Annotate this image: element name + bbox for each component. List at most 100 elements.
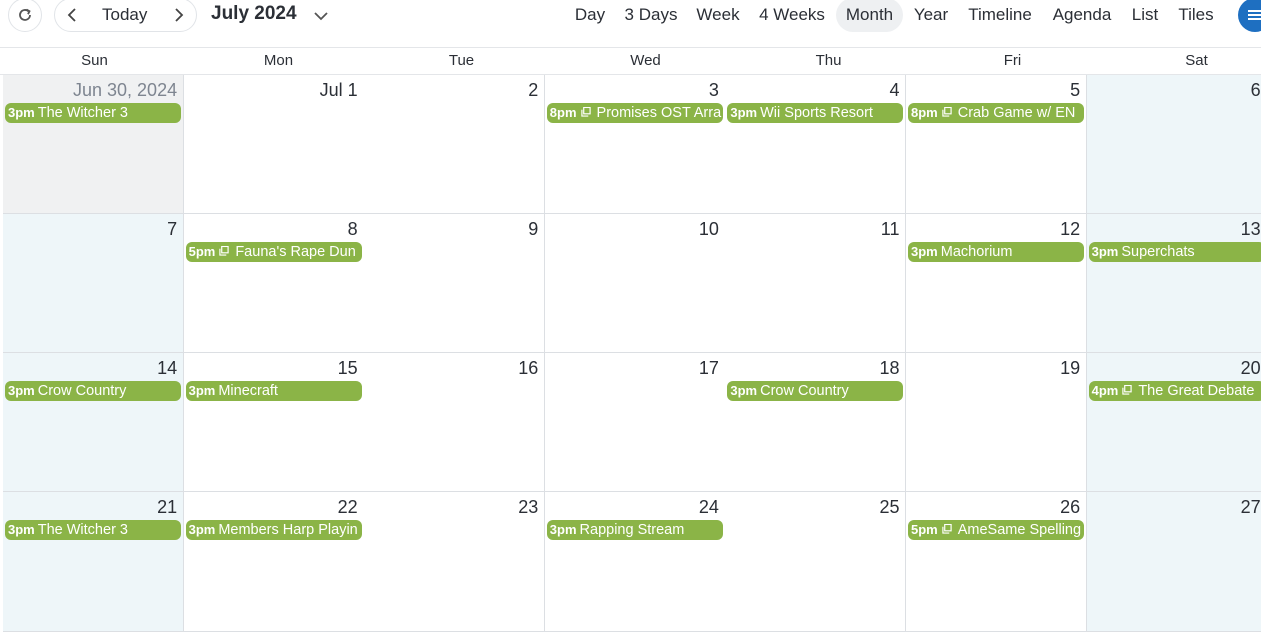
event-promises-ost-arra[interactable]: 8pm Promises OST Arra — [546, 103, 723, 123]
day-cell[interactable]: 8 5pm Fauna's Rape Dun — [183, 214, 365, 353]
day-number: 15 — [337, 358, 358, 378]
event-crab-game-w-en[interactable]: 8pm Crab Game w/ EN — [908, 103, 1085, 123]
event-title: Fauna's Rape Dun — [235, 244, 356, 260]
event-time: 3pm — [549, 522, 577, 537]
day-cell[interactable]: 15 3pm Minecraft — [183, 353, 365, 492]
day-number: 23 — [518, 497, 539, 517]
day-cell[interactable]: 23 — [364, 492, 546, 632]
event-crow-country[interactable]: 3pm Crow Country — [5, 381, 182, 401]
event-machorium[interactable]: 3pm Machorium — [908, 242, 1085, 262]
today-button[interactable]: Today — [102, 5, 147, 25]
view-agenda-button[interactable]: Agenda — [1047, 0, 1117, 32]
day-cell[interactable]: 12 3pm Machorium — [906, 214, 1088, 353]
day-cell[interactable]: 6 — [1086, 75, 1261, 214]
event-title: Crab Game w/ EN — [957, 105, 1076, 121]
event-time: 3pm — [188, 522, 216, 537]
day-cell[interactable]: 19 — [906, 353, 1088, 492]
refresh-button[interactable] — [8, 0, 42, 32]
day-number: 5 — [1070, 80, 1081, 100]
day-cell[interactable]: 17 — [544, 353, 726, 492]
recurring-icon — [580, 107, 591, 117]
view-year-button[interactable]: Year — [908, 0, 954, 32]
view-4-weeks-button[interactable]: 4 Weeks — [754, 0, 830, 32]
event-title: Members Harp Playin — [218, 522, 358, 538]
previous-month-button[interactable] — [63, 6, 81, 24]
day-cell[interactable]: 10 — [544, 214, 726, 353]
chevron-right-icon — [175, 8, 184, 22]
view-month-button[interactable]: Month — [836, 0, 903, 32]
calendar-toolbar: Today July 2024 Day 3 Days Week 4 Weeks … — [0, 0, 1261, 32]
weekday-label: Mon — [263, 52, 294, 69]
month-title-dropdown[interactable] — [312, 7, 330, 25]
day-cell[interactable]: 5 8pm Crab Game w/ EN — [906, 75, 1088, 214]
day-number: 17 — [698, 358, 719, 378]
view-tiles-button[interactable]: Tiles — [1173, 0, 1219, 32]
day-cell[interactable]: 9 — [364, 214, 546, 353]
event-title: The Witcher 3 — [37, 105, 128, 121]
day-number: 22 — [337, 497, 358, 517]
day-number: 14 — [157, 358, 178, 378]
day-cell[interactable]: 22 3pm Members Harp Playin — [183, 492, 365, 632]
event-time: 5pm — [911, 522, 938, 537]
day-cell[interactable]: 26 5pm AmeSame Spelling — [906, 492, 1088, 632]
day-number: 19 — [1060, 358, 1081, 378]
day-cell[interactable]: 27 — [1086, 492, 1261, 632]
day-cell[interactable]: 4 3pm Wii Sports Resort — [725, 75, 907, 214]
view-timeline-button[interactable]: Timeline — [962, 0, 1038, 32]
event-minecraft[interactable]: 3pm Minecraft — [185, 381, 362, 401]
event-time: 3pm — [730, 383, 758, 398]
event-amesame-spelling[interactable]: 5pm AmeSame Spelling — [908, 520, 1085, 540]
event-the-great-debate[interactable]: 4pm The Great Debate — [1088, 381, 1261, 401]
day-cell[interactable]: 16 — [364, 353, 546, 492]
event-superchats[interactable]: 3pm Superchats — [1088, 242, 1261, 262]
day-cell[interactable]: 24 3pm Rapping Stream — [544, 492, 726, 632]
day-cell[interactable]: 14 3pm Crow Country — [3, 353, 185, 492]
event-time: 3pm — [730, 105, 758, 120]
month-title[interactable]: July 2024 — [211, 3, 297, 25]
view-day-button[interactable]: Day — [570, 0, 610, 32]
event-time: 3pm — [911, 244, 938, 259]
day-cell[interactable]: 20 4pm The Great Debate — [1086, 353, 1261, 492]
event-wii-sports-resort[interactable]: 3pm Wii Sports Resort — [727, 103, 904, 123]
event-title: The Great Debate — [1138, 383, 1255, 399]
view-3-days-button[interactable]: 3 Days — [619, 0, 683, 32]
event-time: 3pm — [8, 522, 35, 537]
view-week-button[interactable]: Week — [691, 0, 745, 32]
event-the-witcher-3[interactable]: 3pm The Witcher 3 — [5, 520, 182, 540]
day-number: 4 — [889, 80, 900, 100]
event-title: Machorium — [940, 244, 1013, 260]
day-cell[interactable]: 2 — [364, 75, 546, 214]
day-cell[interactable]: 13 3pm Superchats — [1086, 214, 1261, 353]
event-title: The Witcher 3 — [37, 522, 128, 538]
day-number: 11 — [880, 219, 900, 239]
event-title: AmeSame Spelling — [957, 522, 1082, 538]
day-cell[interactable]: 3 8pm Promises OST Arra — [544, 75, 726, 214]
day-number: 12 — [1060, 219, 1081, 239]
day-cell[interactable]: 7 — [3, 214, 185, 353]
event-crow-country[interactable]: 3pm Crow Country — [727, 381, 904, 401]
menu-button[interactable] — [1238, 0, 1261, 32]
day-cell[interactable]: 11 — [725, 214, 907, 353]
weekday-label: Wed — [630, 52, 661, 69]
recurring-icon — [942, 107, 952, 117]
day-cell[interactable]: Jun 30, 2024 3pm The Witcher 3 — [3, 75, 185, 214]
view-list-button[interactable]: List — [1125, 0, 1165, 32]
event-fauna-s-rape-dun[interactable]: 5pm Fauna's Rape Dun — [185, 242, 362, 262]
event-rapping-stream[interactable]: 3pm Rapping Stream — [546, 520, 723, 540]
day-cell[interactable]: 18 3pm Crow Country — [725, 353, 907, 492]
next-month-button[interactable] — [170, 6, 188, 24]
event-members-harp-playin[interactable]: 3pm Members Harp Playin — [185, 520, 362, 540]
day-number: 2 — [528, 80, 539, 100]
weekday-label: Fri — [1003, 52, 1022, 69]
day-number: 16 — [518, 358, 539, 378]
day-cell[interactable]: Jul 1 — [183, 75, 365, 214]
weekday-header: Sun Mon Tue Wed Thu Fri Sat — [0, 47, 1261, 75]
event-time: 3pm — [8, 105, 35, 120]
day-number: 8 — [347, 219, 358, 239]
day-cell[interactable]: 25 — [725, 492, 907, 632]
event-the-witcher-3[interactable]: 3pm The Witcher 3 — [5, 103, 182, 123]
day-cell[interactable]: 21 3pm The Witcher 3 — [3, 492, 185, 632]
weekday-label: Sat — [1185, 52, 1208, 69]
day-number: 3 — [708, 80, 719, 100]
weekday-label: Tue — [448, 52, 475, 69]
